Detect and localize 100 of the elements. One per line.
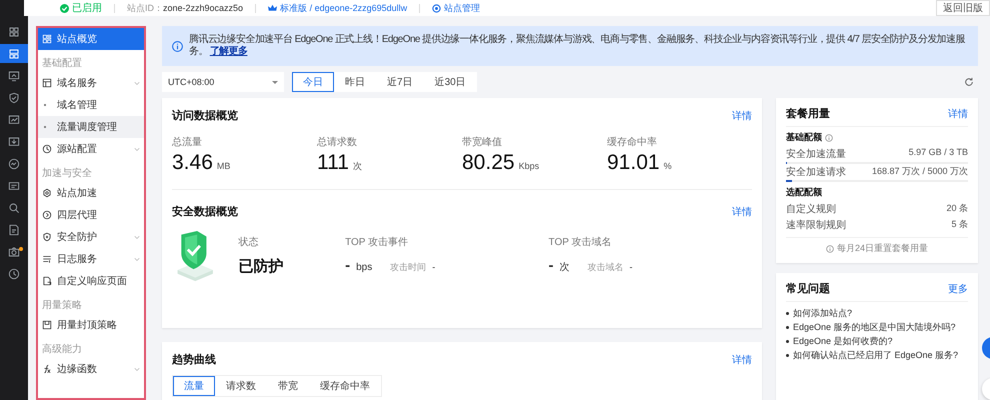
nav-icon [8,246,20,258]
menu-item-icon [42,144,52,154]
sidebar-item[interactable]: 边缘函数 [38,358,144,380]
faq-link[interactable]: 如何确认站点已经启用了 EdgeOne 服务? [793,348,958,362]
search-icon [8,202,20,214]
sidebar-item[interactable]: 自定义响应页面 [38,270,144,292]
sidebar-group-label: 用量策略 [41,299,83,313]
metric-value: 80.25 Kbps [462,151,540,175]
sidebar-item-label: 自定义响应页面 [57,274,128,288]
faq-link[interactable]: 如何添加站点? [793,306,852,320]
sub-label: 攻击时间 [390,261,426,274]
nav-icon [8,180,20,192]
detail-link[interactable]: 详情 [732,204,752,218]
timezone-select[interactable]: UTC+08:00 [162,72,284,92]
plan-link[interactable]: 标准版 / edgeone-2zzg695dullw [268,2,408,14]
back-button[interactable]: 返回旧版 [936,0,990,16]
detail-link[interactable]: 详情 [732,352,752,366]
learn-more-link[interactable]: 了解更多 [210,46,248,57]
detail-link[interactable]: 详情 [732,108,752,122]
crown-icon [268,4,278,12]
sidebar-item-label: 流量调度管理 [57,120,118,134]
nav-icon [8,48,20,60]
menu-item-icon [42,78,52,88]
bullet-icon [786,326,789,328]
status-label: 状态 [238,236,260,249]
faq-link[interactable]: EdgeOne 服务的地区是中国大陆境外吗? [793,320,956,334]
sidebar-subitem[interactable]: 流量调度管理 [38,116,144,138]
card-title: 趋势曲线 [172,352,216,367]
usage-value: 5.97 GB / 3 TB [908,147,968,159]
sidebar-group-label: 高级能力 [41,342,83,357]
site-id-label: 站点ID： [127,2,163,14]
sidebar-item-label: 源站配置 [57,142,98,156]
bullet-icon [786,340,789,342]
sidebar-item[interactable]: 用量封顶策略 [38,314,144,336]
metric-value: - [548,257,554,274]
metric-label: 缓存命中率 [607,136,658,149]
sub-label: 攻击域名 [588,261,624,274]
status-label: 已启用 [60,1,102,15]
rail-button[interactable] [0,44,28,63]
usage-label: 安全加速请求 [786,166,846,179]
metric-value: 91.01 % [607,151,673,175]
metric-unit: bps [356,262,372,273]
sidebar-item-label: 域名管理 [57,98,98,112]
sidebar-item-label: 边缘函数 [57,362,98,376]
date-range-tab[interactable]: 今日 [292,72,334,92]
nav-icon [8,26,20,38]
menu-item-icon [42,210,52,220]
nav-icon [8,268,20,280]
nav-icon [8,158,20,170]
usage-value: 5 条 [951,218,968,231]
site-manage-link[interactable]: 站点管理 [432,2,480,14]
sidebar-item-label: 日志服务 [57,252,98,266]
menu-item-icon [42,254,52,264]
faq-link[interactable]: EdgeOne 是如何收费的? [793,334,893,348]
info-icon [172,40,183,52]
menu-item-icon [42,188,52,198]
bullet-icon [786,312,789,314]
card-title: 访问数据概览 [172,108,238,123]
nav-icon [8,114,20,126]
column-label: TOP 攻击域名 [548,236,613,249]
sub-value: - [630,262,633,272]
card-title: 安全数据概览 [172,204,238,219]
protection-status: 已防护 [238,257,284,276]
menu-item-icon [42,34,52,44]
sidebar-item-label: 站点概览 [57,32,98,46]
usage-label: 自定义规则 [786,202,836,216]
sidebar-item-label: 用量封顶策略 [57,318,118,332]
site-id: zone-2zzh9ocazz5o [163,3,244,13]
usage-label: 安全加速流量 [786,148,846,161]
menu-item-icon [42,320,52,330]
usage-value: 20 条 [946,202,968,215]
menu-item-icon [42,276,52,286]
notice-text: 腾讯云边缘安全加速平台 EdgeOne 正式上线！EdgeOne 提供边缘一体化服务，聚焦流媒体与游戏、电商与零售、金融服务、科技企业与内容资讯等行业，提供 4/7 层安全防护及分发加速服务。 了解更多 [189,34,966,58]
sidebar-item[interactable]: 站点概览 [38,28,144,50]
sidebar-item[interactable]: 日志服务 [38,248,144,270]
metric-label: 带宽峰值 [462,136,503,149]
reset-note: 每月24日重置套餐用量 [826,242,928,255]
sidebar-item[interactable]: 四层代理 [38,204,144,226]
usage-label: 速率限制规则 [786,218,846,232]
sidebar-subitem[interactable]: 域名管理 [38,94,144,116]
usage-value: 168.87 万次 / 5000 万次 [872,165,968,178]
sidebar-item-label: 站点加速 [57,186,98,200]
metric-label: 总请求数 [317,136,358,149]
nav-icon [8,224,20,236]
metric-value: - [345,257,350,274]
trend-tab[interactable]: 流量 [173,376,215,396]
nav-icon [8,136,20,148]
sidebar-item[interactable]: 源站配置 [38,138,144,160]
refresh-icon[interactable] [964,77,974,87]
sub-value: - [432,262,436,272]
sidebar-item[interactable]: 安全防护 [38,226,144,248]
sidebar-item[interactable]: 域名服务 [38,72,144,94]
column-label: TOP 攻击事件 [345,236,410,249]
metric-unit: 次 [560,261,570,274]
metric-value: 111 次 [317,151,363,175]
sidebar-item[interactable]: 站点加速 [38,182,144,204]
section-title: 基础配额 [786,131,822,144]
nav-icon [8,92,20,104]
detail-link[interactable]: 详情 [948,106,968,120]
more-link[interactable]: 更多 [948,282,968,296]
